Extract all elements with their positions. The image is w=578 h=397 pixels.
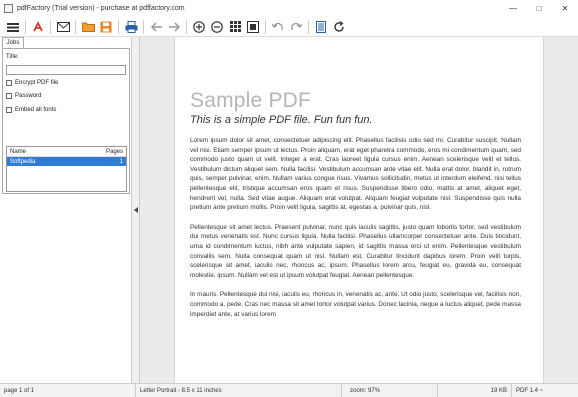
encrypt-option[interactable]: Encrypt PDF file xyxy=(6,80,58,86)
back-arrow-icon[interactable] xyxy=(147,18,165,36)
paper-size: Letter Portrait - 8.5 x 11 inches xyxy=(136,384,342,397)
collapse-arrow-icon[interactable] xyxy=(133,207,138,213)
zoom-in-icon[interactable] xyxy=(190,18,208,36)
window-title: pdfFactory (Trial version) - purchase at… xyxy=(17,5,185,12)
undo-icon[interactable] xyxy=(269,18,287,36)
refresh-icon[interactable] xyxy=(330,18,348,36)
print-icon[interactable] xyxy=(122,18,140,36)
paragraph: Pellentesque sit amet lectus. Praesent p… xyxy=(190,223,521,279)
status-bar: page 1 of 1 Letter Portrait - 8.5 x 11 i… xyxy=(0,383,578,397)
document-heading: Sample PDF xyxy=(190,89,312,112)
toolbar-separator xyxy=(25,19,26,34)
close-button[interactable]: ✕ xyxy=(552,0,578,17)
document-subheading: This is a simple PDF file. Fun fun fun. xyxy=(190,114,373,126)
jobs-panel: Title: Encrypt PDF file Password Embed a… xyxy=(2,48,130,194)
title-label: Title: xyxy=(6,54,19,60)
column-header-name[interactable]: Name xyxy=(10,149,26,155)
paragraph: Lorem ipsum dolor sit amet, consectetuer… xyxy=(190,137,521,212)
job-name: Softpedia xyxy=(10,158,36,165)
title-input[interactable] xyxy=(6,65,126,75)
toolbar-separator xyxy=(118,19,119,34)
table-row[interactable]: Softpedia 1 xyxy=(7,157,126,166)
toolbar-separator xyxy=(186,19,187,34)
pdf-version-select[interactable]: PDF 1.4 ~ xyxy=(512,384,578,397)
forward-arrow-icon[interactable] xyxy=(165,18,183,36)
menu-icon[interactable] xyxy=(4,18,22,36)
embed-fonts-option[interactable]: Embed all fonts xyxy=(6,107,56,113)
panel-splitter[interactable] xyxy=(132,37,140,383)
column-header-pages[interactable]: Pages xyxy=(106,149,123,155)
embed-fonts-checkbox[interactable] xyxy=(6,107,12,113)
acrobat-icon[interactable] xyxy=(29,18,47,36)
paragraph: In mauris. Pellentesque dui nisi, iaculi… xyxy=(190,291,521,318)
encrypt-label: Encrypt PDF file xyxy=(15,80,59,86)
pdf-page: Sample PDF This is a simple PDF file. Fu… xyxy=(174,37,544,383)
jobs-table-header: Name Pages xyxy=(7,147,126,157)
title-bar: pdfFactory (Trial version) - purchase at… xyxy=(0,0,578,17)
email-icon[interactable] xyxy=(54,18,72,36)
page-indicator: page 1 of 1 xyxy=(0,384,136,397)
password-checkbox[interactable] xyxy=(6,93,12,99)
redo-icon[interactable] xyxy=(287,18,305,36)
open-folder-icon[interactable] xyxy=(79,18,97,36)
save-icon[interactable] xyxy=(97,18,115,36)
toolbar xyxy=(0,17,578,37)
fit-page-icon[interactable] xyxy=(244,18,262,36)
jobs-table: Name Pages Softpedia 1 xyxy=(6,146,127,192)
zoom-level: zoom: 97% xyxy=(342,384,438,397)
jobs-sidebar: Jobs Title: Encrypt PDF file Password Em… xyxy=(0,37,132,383)
maximize-button[interactable]: □ xyxy=(526,0,552,17)
embed-fonts-label: Embed all fonts xyxy=(15,107,57,113)
tab-jobs[interactable]: Jobs xyxy=(2,37,24,48)
job-pages: 1 xyxy=(119,158,123,165)
document-icon[interactable] xyxy=(312,18,330,36)
file-size: 19 KB xyxy=(438,384,512,397)
document-viewer: Sample PDF This is a simple PDF file. Fu… xyxy=(140,37,578,383)
toolbar-separator xyxy=(143,19,144,34)
thumbnails-icon[interactable] xyxy=(226,18,244,36)
toolbar-separator xyxy=(50,19,51,34)
password-label: Password xyxy=(15,93,42,99)
zoom-out-icon[interactable] xyxy=(208,18,226,36)
toolbar-separator xyxy=(75,19,76,34)
toolbar-separator xyxy=(265,19,266,34)
minimize-button[interactable]: — xyxy=(500,0,526,17)
encrypt-checkbox[interactable] xyxy=(6,80,12,86)
toolbar-separator xyxy=(308,19,309,34)
password-option[interactable]: Password xyxy=(6,93,41,99)
app-icon xyxy=(4,4,13,13)
main-area: Jobs Title: Encrypt PDF file Password Em… xyxy=(0,37,578,383)
